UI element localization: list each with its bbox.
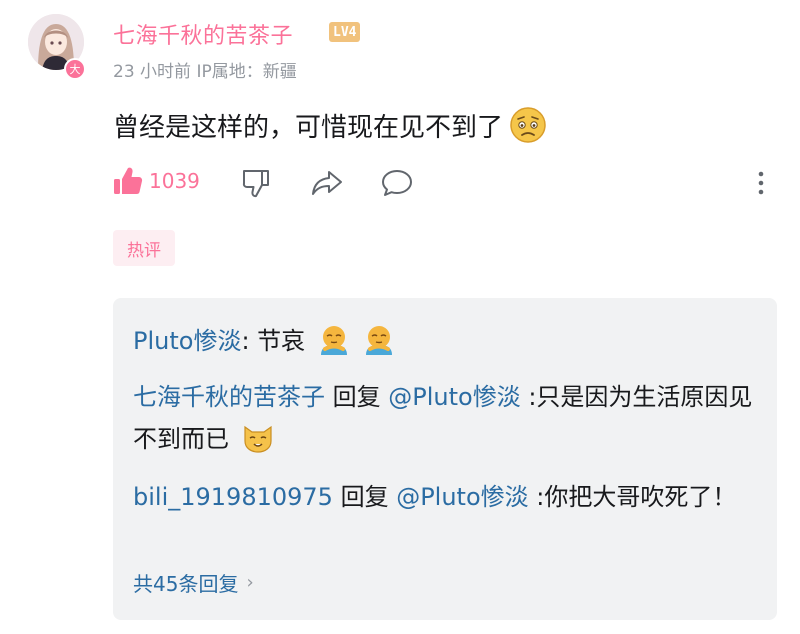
like-button[interactable]: 1039 <box>113 166 200 196</box>
reply-item: bili_1919810975 回复 @Pluto惨淡 :你把大哥吹死了！ <box>133 476 753 518</box>
comment-text: 曾经是这样的，可惜现在见不到了 <box>113 106 547 144</box>
hot-comment-tag: 热评 <box>113 230 175 266</box>
reply-item: Pluto惨淡: 节哀 <box>133 320 753 362</box>
reply-username[interactable]: 七海千秋的苦茶子 <box>133 383 325 411</box>
share-icon[interactable] <box>311 168 343 198</box>
reply-username[interactable]: Pluto惨淡 <box>133 327 241 355</box>
like-count: 1039 <box>149 169 200 193</box>
comment-actions: 1039 <box>113 166 783 202</box>
view-all-replies-label: 共45条回复 <box>133 572 239 596</box>
chevron-right-icon: › <box>246 572 254 593</box>
comment-username[interactable]: 七海千秋的苦茶子 <box>113 18 293 50</box>
hug-emoji-icon <box>320 326 347 355</box>
more-options-icon[interactable] <box>751 168 771 198</box>
replies-panel: Pluto惨淡: 节哀 七海千秋的苦茶子 回复 @Pluto惨淡 :只是因为生活… <box>113 298 777 620</box>
comment-meta: 23 小时前 IP属地：新疆 <box>113 57 297 82</box>
avatar-verified-badge: 大 <box>64 58 86 80</box>
comment-ip-location: IP属地：新疆 <box>196 62 297 82</box>
reply-separator: : <box>241 327 258 355</box>
reply-action: 回复 <box>325 383 389 411</box>
reply-text: 节哀 <box>257 327 306 355</box>
thumbs-up-icon <box>114 167 143 194</box>
reply-item: 七海千秋的苦茶子 回复 @Pluto惨淡 :只是因为生活原因见不到而已 <box>133 376 753 460</box>
hug-emoji-icon <box>366 326 393 355</box>
reply-comment-icon[interactable] <box>381 168 413 198</box>
comment-time: 23 小时前 <box>113 62 192 82</box>
reply-mention[interactable]: @Pluto惨淡 <box>396 483 528 511</box>
view-all-replies-link[interactable]: 共45条回复 › <box>133 568 254 597</box>
thumbs-down-icon[interactable] <box>241 168 271 198</box>
level-badge: LV4 <box>329 22 361 42</box>
reply-mention[interactable]: @Pluto惨淡 <box>388 383 520 411</box>
reply-text: :你把大哥吹死了！ <box>528 483 737 511</box>
worried-face-emoji-icon <box>510 107 546 143</box>
comment-text-body: 曾经是这样的，可惜现在见不到了 <box>113 112 504 143</box>
reply-action: 回复 <box>332 483 397 511</box>
cat-face-emoji-icon <box>244 425 272 453</box>
reply-username[interactable]: bili_1919810975 <box>133 483 333 511</box>
